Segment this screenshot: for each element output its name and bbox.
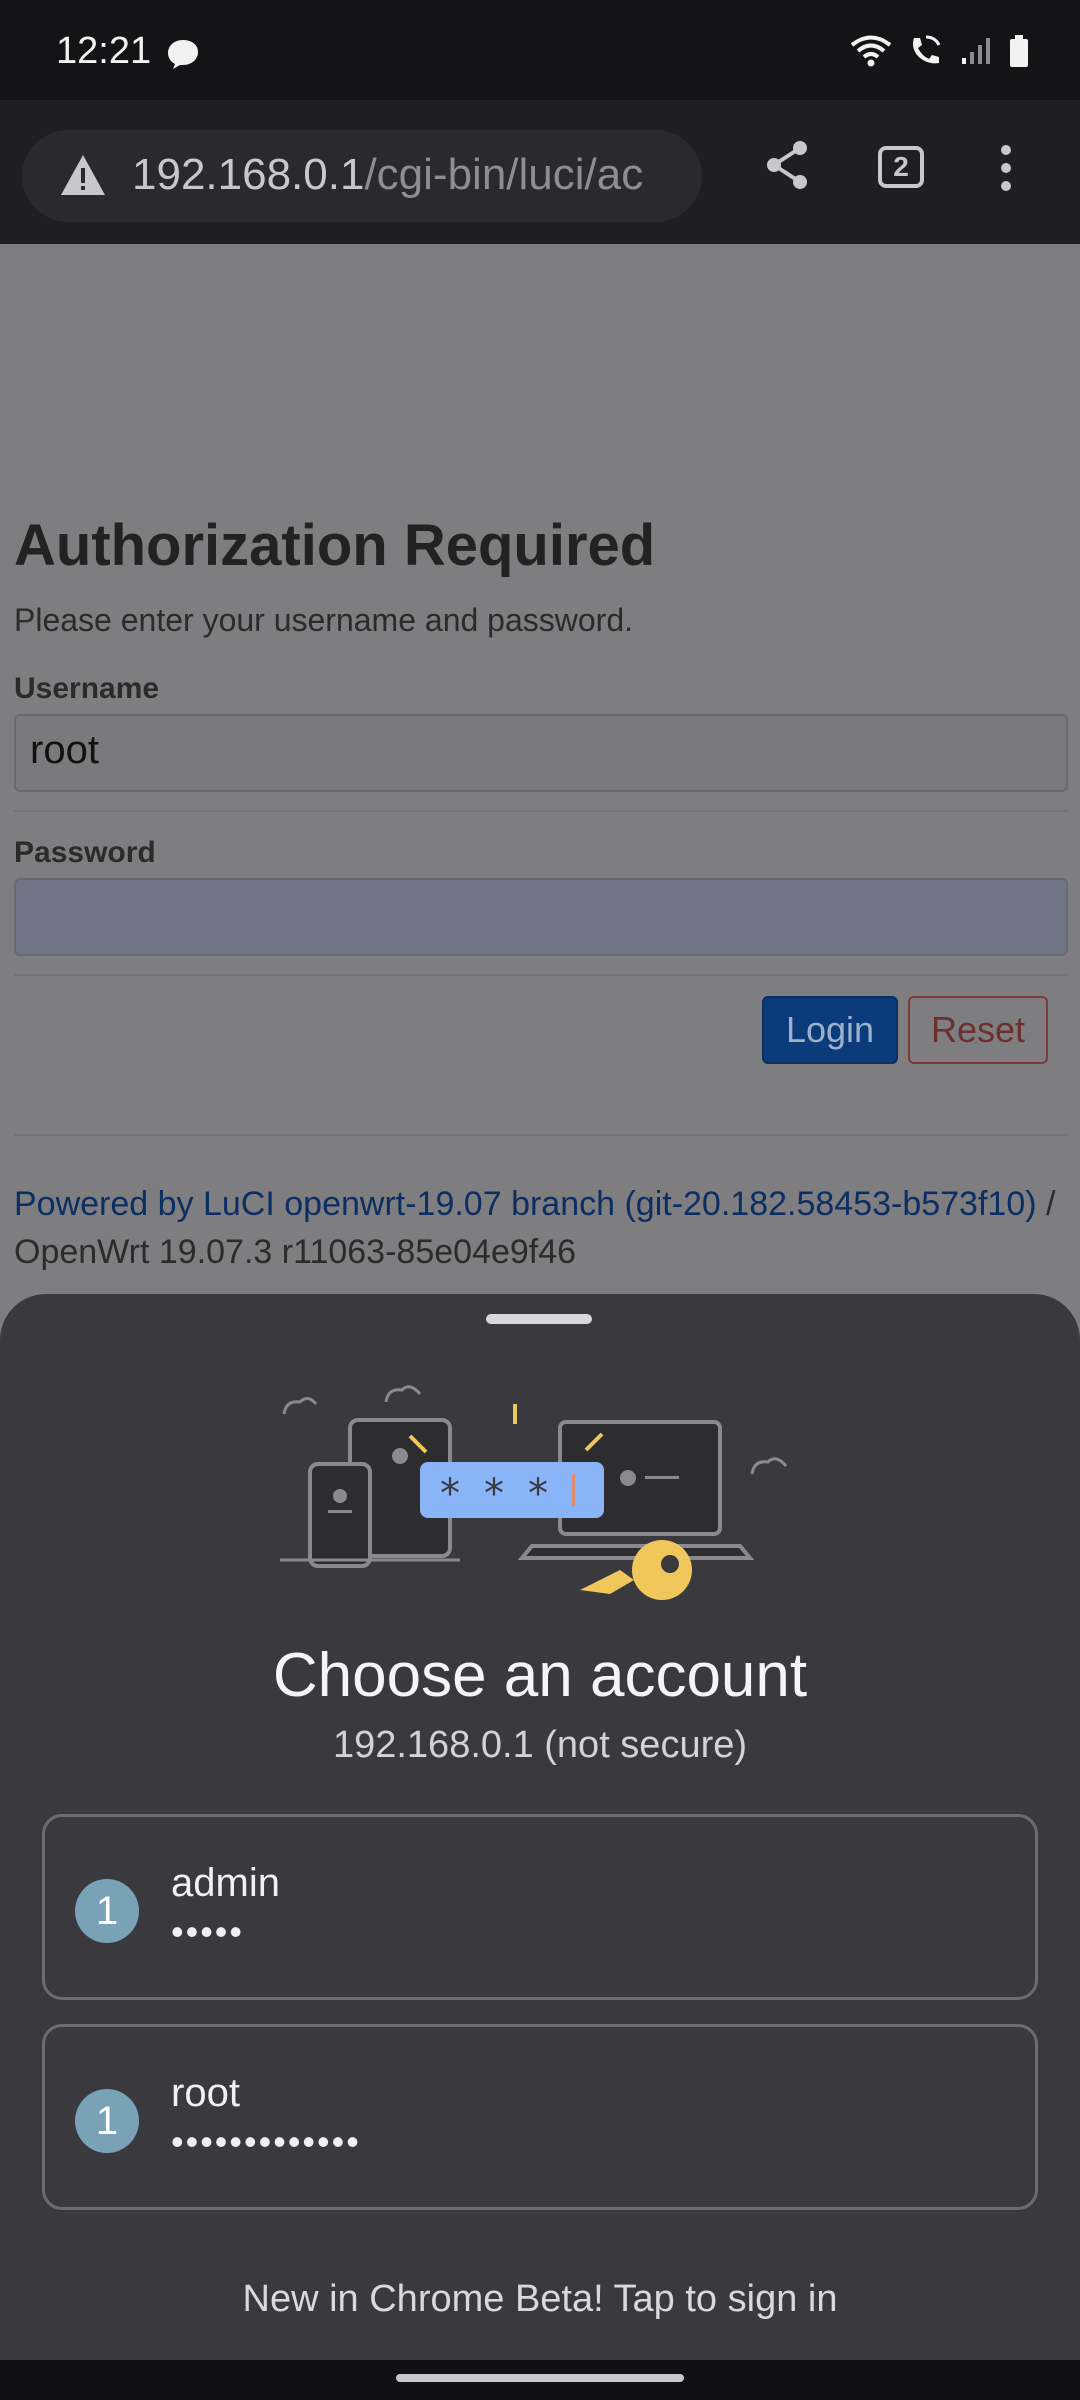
account-badge: 1: [75, 2089, 139, 2153]
account-password-mask: •••••: [171, 1911, 245, 1952]
password-field[interactable]: [14, 878, 1068, 956]
account-option-admin[interactable]: 1 admin •••••: [42, 1814, 1038, 2000]
system-nav-bar: [0, 2360, 1080, 2400]
password-label: Password: [14, 836, 156, 869]
message-icon: [166, 38, 200, 75]
status-bar: 12:21: [0, 0, 1080, 100]
account-badge: 1: [75, 1879, 139, 1943]
luci-link[interactable]: Powered by LuCI openwrt-19.07 branch (gi…: [14, 1185, 1037, 1223]
login-button[interactable]: Login: [762, 996, 898, 1064]
account-username: admin: [171, 1861, 280, 1905]
page-footer: Powered by LuCI openwrt-19.07 branch (gi…: [14, 1180, 1074, 1276]
password-illustration: * * *: [270, 1374, 820, 1609]
share-icon[interactable]: [762, 138, 812, 197]
username-label: Username: [14, 672, 160, 705]
url-host: 192.168.0.1: [132, 150, 365, 199]
address-bar[interactable]: 192.168.0.1/cgi-bin/luci/ac: [22, 130, 702, 222]
svg-text:*: *: [440, 1471, 460, 1517]
svg-text:*: *: [528, 1471, 548, 1517]
page-content: Authorization Required Please enter your…: [0, 244, 1080, 1294]
chrome-signin-prompt[interactable]: New in Chrome Beta! Tap to sign in: [0, 2278, 1080, 2321]
username-field[interactable]: root: [14, 714, 1068, 792]
url-text: 192.168.0.1/cgi-bin/luci/ac: [132, 150, 643, 200]
account-password-mask: •••••••••••••: [171, 2121, 361, 2162]
url-path: /cgi-bin/luci/ac: [364, 150, 644, 199]
warning-icon[interactable]: [58, 152, 108, 203]
sheet-subtitle: 192.168.0.1 (not secure): [332, 1724, 748, 1766]
status-time: 12:21: [56, 30, 152, 72]
account-username: root: [171, 2071, 240, 2115]
divider: [14, 1134, 1068, 1136]
battery-icon: [1008, 34, 1030, 73]
page-title: Authorization Required: [14, 513, 656, 578]
sheet-title: Choose an account: [272, 1641, 808, 1710]
more-menu-icon[interactable]: [996, 144, 1016, 197]
divider: [14, 810, 1068, 812]
wifi-icon: [850, 34, 892, 73]
reset-button[interactable]: Reset: [908, 996, 1048, 1064]
tab-switcher-button[interactable]: 2: [878, 146, 924, 188]
svg-text:*: *: [484, 1471, 504, 1517]
drag-handle[interactable]: [486, 1314, 592, 1324]
account-chooser-sheet: * * * Choose an account 192.168.0.1 (not…: [0, 1294, 1080, 2360]
divider: [14, 974, 1068, 976]
page-subtitle: Please enter your username and password.: [14, 602, 634, 638]
home-gesture-bar[interactable]: [396, 2374, 684, 2382]
account-option-root[interactable]: 1 root •••••••••••••: [42, 2024, 1038, 2210]
signal-icon: [960, 36, 992, 71]
wifi-calling-icon: [908, 34, 944, 73]
